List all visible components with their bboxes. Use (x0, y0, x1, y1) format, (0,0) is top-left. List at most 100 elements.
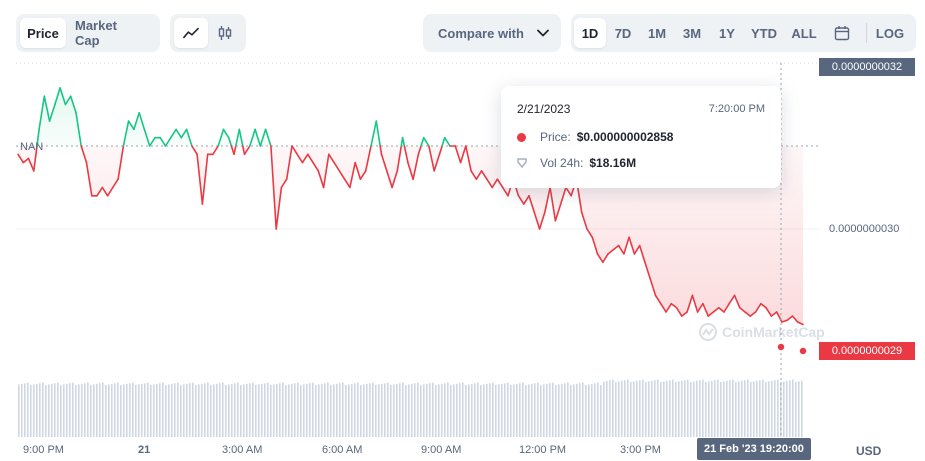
crosshair-time-badge: 21 Feb '23 19:20:00 (697, 438, 811, 460)
range-all-button[interactable]: ALL (784, 18, 824, 48)
price-chart[interactable] (0, 0, 925, 461)
tooltip-price-label: Price: (540, 130, 571, 144)
x-label-3am: 3:00 AM (222, 444, 263, 456)
volume-bar (447, 382, 449, 437)
volume-bar (117, 382, 119, 437)
volume-bar (750, 382, 752, 437)
volume-bar (150, 385, 152, 437)
volume-bar (207, 382, 209, 437)
volume-bar (417, 382, 419, 437)
volume-bar (525, 385, 527, 437)
volume-bar (132, 382, 134, 437)
log-scale-button[interactable]: LOG (873, 18, 907, 48)
volume-bar (705, 382, 707, 437)
volume-bar (213, 384, 215, 437)
volume-bar (795, 382, 797, 437)
volume-bar (717, 379, 719, 437)
chart-type-toggle (170, 14, 246, 52)
volume-bar (726, 380, 728, 437)
volume-bar (75, 385, 77, 437)
range-1y-button[interactable]: 1Y (710, 18, 744, 48)
volume-bar (282, 382, 284, 437)
market-cap-tab[interactable]: Market Cap (66, 18, 154, 48)
volume-bar (192, 382, 194, 437)
volume-bar (588, 384, 590, 437)
volume-bar (414, 383, 416, 437)
line-chart-button[interactable] (174, 18, 208, 48)
price-tab[interactable]: Price (20, 18, 66, 48)
volume-bar (165, 385, 167, 437)
range-1m-button[interactable]: 1M (640, 18, 674, 48)
tooltip-time: 7:20:00 PM (708, 103, 765, 115)
volume-bar (270, 385, 272, 437)
volume-bar (264, 383, 266, 437)
volume-bar (396, 383, 398, 437)
volume-bar (456, 383, 458, 437)
volume-bar (402, 382, 404, 437)
volume-bar (573, 384, 575, 437)
volume-bar (621, 380, 623, 437)
volume-bar (135, 385, 137, 437)
volume-bar (156, 383, 158, 437)
volume-bar (129, 383, 131, 437)
volume-bar (84, 383, 86, 437)
volume-bar (693, 381, 695, 437)
volume-bar (45, 385, 47, 437)
volume-bar (786, 380, 788, 437)
volume-bar (597, 382, 599, 437)
volume-bar (741, 380, 743, 437)
volume-bar (291, 383, 293, 437)
volume-bar (273, 384, 275, 437)
volume-bar (552, 382, 554, 437)
candlestick-icon (218, 26, 232, 40)
volume-bar (300, 385, 302, 437)
volume-bar (561, 383, 563, 437)
volume-bar (204, 383, 206, 437)
volume-bar (408, 384, 410, 437)
calendar-button[interactable] (824, 18, 860, 48)
volume-bar (81, 383, 83, 437)
y-label-current-price: 0.0000000029 (819, 342, 915, 360)
volume-bar (522, 382, 524, 437)
volume-bar (432, 382, 434, 437)
range-3m-button[interactable]: 3M (674, 18, 710, 48)
volume-bar (669, 380, 671, 437)
volume-bar (102, 382, 104, 437)
volume-bar (708, 381, 710, 437)
volume-bar (603, 381, 605, 437)
volume-bar (126, 383, 128, 437)
volume-bar (153, 384, 155, 437)
volume-bar (144, 383, 146, 437)
volume-bar (27, 382, 29, 437)
volume-bar (801, 380, 803, 437)
volume-bar (348, 384, 350, 437)
volume-bar (768, 381, 770, 437)
volume-bar (411, 383, 413, 437)
volume-bar (360, 385, 362, 437)
volume-bar (231, 383, 233, 437)
range-ytd-button[interactable]: YTD (744, 18, 784, 48)
calendar-icon (834, 26, 850, 41)
volume-bar (420, 385, 422, 437)
volume-bar (255, 385, 257, 437)
volume-bar (468, 384, 470, 437)
volume-bar (513, 384, 515, 437)
volume-bar (732, 379, 734, 437)
volume-bar (600, 385, 602, 437)
volume-bar (252, 382, 254, 437)
x-label-9pm: 9:00 PM (23, 444, 64, 456)
volume-bar (756, 380, 758, 437)
x-label-21: 21 (138, 444, 151, 456)
volume-bar (654, 380, 656, 437)
volume-bar (339, 383, 341, 437)
range-1d-button[interactable]: 1D (574, 18, 606, 48)
baseline-label: NAN (20, 141, 44, 153)
volume-bar (342, 382, 344, 437)
compare-with-dropdown[interactable]: Compare with (423, 14, 561, 52)
volume-bar (318, 384, 320, 437)
volume-bar (390, 385, 392, 437)
range-7d-button[interactable]: 7D (606, 18, 640, 48)
candlestick-button[interactable] (208, 18, 242, 48)
volume-bar (369, 383, 371, 437)
volume-bar (729, 380, 731, 437)
